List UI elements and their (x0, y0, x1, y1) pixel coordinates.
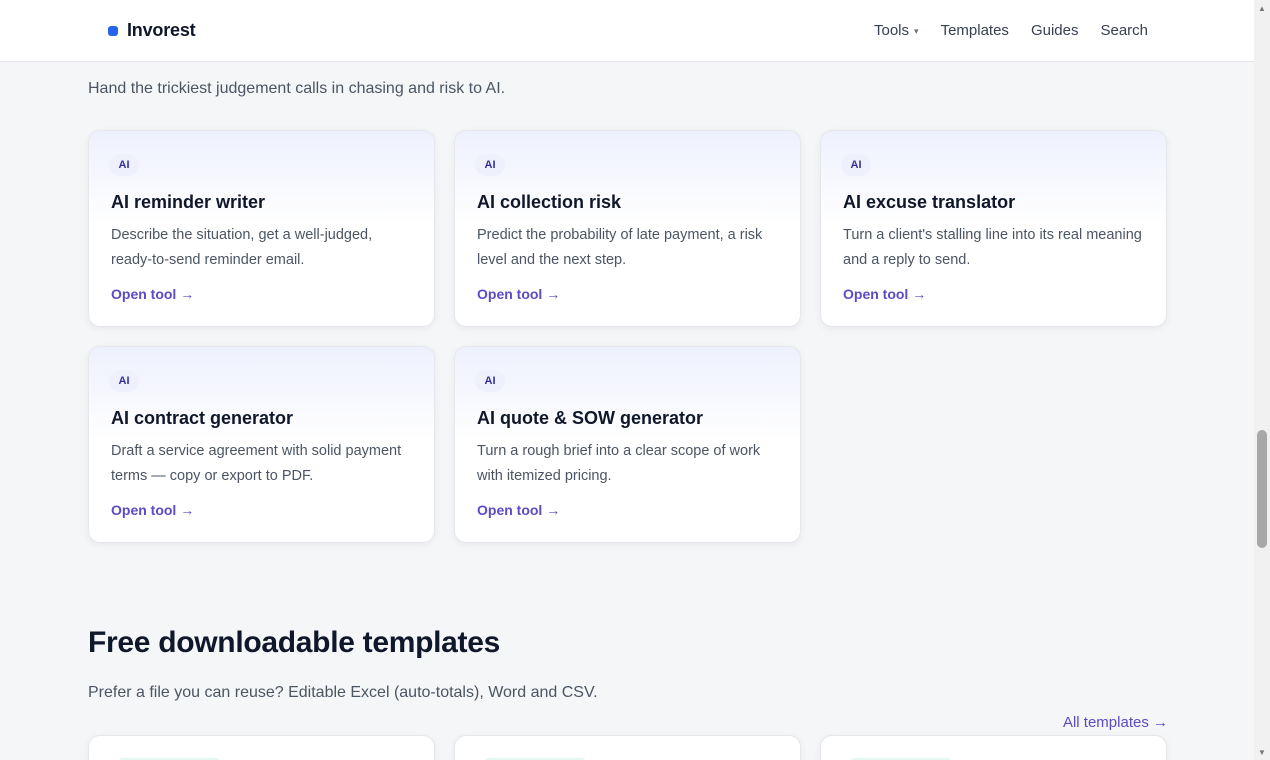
tool-card-description: Describe the situation, get a well-judge… (111, 227, 373, 268)
nav-templates-label: Templates (940, 22, 1009, 39)
main-nav: Tools ▾ Templates Guides Search (874, 22, 1148, 39)
tool-card-ai-contract-generator[interactable]: AI AI contract generator Draft a service… (88, 346, 435, 543)
nav-tools[interactable]: Tools ▾ (874, 22, 919, 39)
tool-card-description: Draft a service agreement with solid pay… (111, 443, 402, 484)
scrollbar-thumb[interactable] (1257, 430, 1267, 548)
template-card[interactable] (454, 735, 801, 760)
logo[interactable]: Invorest (108, 20, 196, 41)
ai-section-intro: Hand the trickiest judgement calls in ch… (88, 80, 506, 97)
tool-card-ai-quote-sow-generator[interactable]: AI AI quote & SOW generator Turn a rough… (454, 346, 801, 543)
nav-tools-label: Tools (874, 22, 910, 39)
tool-card-description: Predict the probability of late payment,… (477, 227, 763, 268)
site-header: Invorest Tools ▾ Templates Guides Search (0, 0, 1254, 62)
open-tool-link[interactable]: Open tool → (111, 286, 194, 302)
tool-card-title: AI reminder writer (111, 192, 266, 212)
template-card[interactable] (820, 735, 1167, 760)
tool-card-ai-collection-risk[interactable]: AI AI collection risk Predict the probab… (454, 130, 801, 327)
nav-search-label: Search (1100, 22, 1148, 39)
templates-section-title: Free downloadable templates (88, 626, 501, 659)
scroll-down-arrow-icon[interactable]: ▼ (1254, 744, 1270, 760)
templates-section-subtitle: Prefer a file you can reuse? Editable Ex… (88, 684, 598, 701)
tool-card-title: AI contract generator (111, 408, 294, 428)
page-scrollbar[interactable]: ▲ ▼ (1254, 0, 1270, 760)
chevron-down-icon: ▾ (914, 25, 919, 36)
tool-card-description: Turn a rough brief into a clear scope of… (477, 443, 761, 484)
ai-badge: AI (109, 370, 139, 392)
nav-search[interactable]: Search (1100, 22, 1148, 39)
ai-badge: AI (109, 154, 139, 176)
ai-badge: AI (475, 154, 505, 176)
logo-mark-icon (108, 25, 118, 36)
tool-card-title: AI excuse translator (843, 192, 1016, 212)
all-templates-link[interactable]: All templates → (1063, 714, 1168, 731)
scroll-up-arrow-icon[interactable]: ▲ (1254, 0, 1270, 16)
tool-card-title: AI quote & SOW generator (477, 408, 704, 428)
tool-card-description: Turn a client's stalling line into its r… (843, 227, 1142, 268)
ai-badge: AI (475, 370, 505, 392)
nav-guides-label: Guides (1030, 22, 1079, 39)
logo-text: Invorest (127, 20, 196, 40)
open-tool-link[interactable]: Open tool → (477, 502, 560, 518)
template-card[interactable] (88, 735, 435, 760)
open-tool-link[interactable]: Open tool → (477, 286, 560, 302)
nav-templates[interactable]: Templates (941, 22, 1009, 39)
ai-badge: AI (841, 154, 871, 176)
tool-card-ai-reminder-writer[interactable]: AI AI reminder writer Describe the situa… (88, 130, 435, 327)
open-tool-link[interactable]: Open tool → (843, 286, 926, 302)
open-tool-link[interactable]: Open tool → (111, 502, 194, 518)
nav-guides[interactable]: Guides (1031, 22, 1079, 39)
tool-card-title: AI collection risk (477, 192, 622, 212)
tool-card-ai-excuse-translator[interactable]: AI AI excuse translator Turn a client's … (820, 130, 1167, 327)
